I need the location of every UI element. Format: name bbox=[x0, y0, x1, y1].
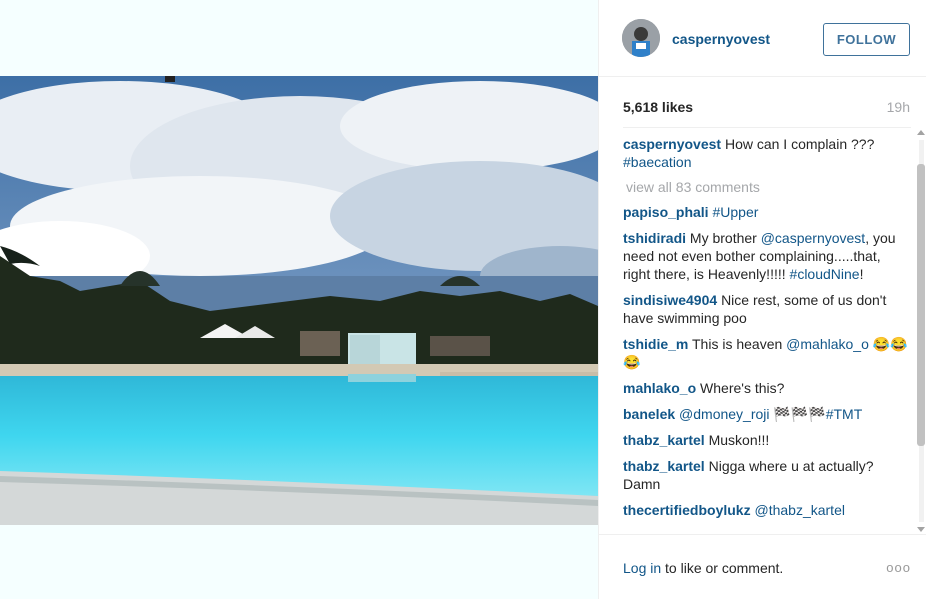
comment-item: sindisiwe4904 Nice rest, some of us don'… bbox=[623, 291, 911, 327]
more-options-icon[interactable]: ooo bbox=[886, 560, 911, 575]
hashtag-link[interactable]: #cloudNine bbox=[790, 266, 860, 282]
comment-item: thabz_kartel Nigga where u at actually? … bbox=[623, 457, 911, 493]
mention-link[interactable]: @mahlako_o bbox=[786, 336, 869, 352]
likes-divider bbox=[623, 127, 911, 128]
comment-item: tshidiradi My brother @caspernyovest, yo… bbox=[623, 229, 911, 283]
comments-scrollbar[interactable] bbox=[916, 128, 926, 534]
login-text: to like or comment. bbox=[665, 560, 784, 576]
comment-item: mahlako_o Where's this? bbox=[623, 379, 911, 397]
post-footer: Log in to like or comment. ooo bbox=[599, 534, 926, 599]
post-photo[interactable] bbox=[0, 76, 598, 525]
post-timestamp[interactable]: 19h bbox=[887, 99, 910, 115]
hashtag-link[interactable]: #Upper bbox=[712, 204, 758, 220]
follow-button[interactable]: FOLLOW bbox=[823, 23, 910, 56]
comment-text: This is heaven bbox=[692, 336, 783, 352]
mention-link[interactable]: @dmoney_roji bbox=[679, 406, 769, 422]
comment-username[interactable]: thabz_kartel bbox=[623, 432, 705, 448]
comment-text: Muskon!!! bbox=[708, 432, 770, 448]
post-details-panel: caspernyovest FOLLOW 5,618 likes 19h cas… bbox=[598, 0, 926, 599]
comment-username[interactable]: thecertifiedboylukz bbox=[623, 502, 751, 518]
comment-username[interactable]: caspernyovest bbox=[623, 136, 721, 152]
likes-count[interactable]: 5,618 likes bbox=[623, 99, 693, 115]
post-username[interactable]: caspernyovest bbox=[672, 31, 770, 47]
caption: caspernyovest How can I complain ??? #ba… bbox=[623, 135, 911, 171]
comment-username[interactable]: thabz_kartel bbox=[623, 458, 705, 474]
comment-username[interactable]: tshidiradi bbox=[623, 230, 686, 246]
comment-item: thabz_kartel Muskon!!! bbox=[623, 431, 911, 449]
scroll-up-arrow-icon[interactable] bbox=[917, 130, 925, 135]
comment-item: thecertifiedboylukz @thabz_kartel bbox=[623, 501, 911, 519]
hashtag-link[interactable]: #TMT bbox=[826, 406, 863, 422]
comment-item: banelek @dmoney_roji 🏁🏁🏁#TMT bbox=[623, 405, 911, 423]
login-prompt: Log in to like or comment. bbox=[623, 560, 783, 576]
comment-text: Where's this? bbox=[700, 380, 785, 396]
comment-item: papiso_phali #Upper bbox=[623, 203, 911, 221]
comment-text: ! bbox=[859, 266, 864, 282]
comment-username[interactable]: tshidie_m bbox=[623, 336, 688, 352]
avatar[interactable] bbox=[622, 19, 660, 57]
scroll-down-arrow-icon[interactable] bbox=[917, 527, 925, 532]
view-all-comments-link[interactable]: view all 83 comments bbox=[626, 179, 911, 195]
comment-text: How can I complain ??? bbox=[724, 136, 875, 152]
login-link[interactable]: Log in bbox=[623, 560, 661, 576]
post-header: caspernyovest FOLLOW bbox=[599, 0, 926, 77]
comment-username[interactable]: mahlako_o bbox=[623, 380, 696, 396]
pool-resort-image bbox=[0, 76, 598, 525]
comment-username[interactable]: banelek bbox=[623, 406, 675, 422]
hashtag-link[interactable]: #baecation bbox=[623, 154, 692, 170]
avatar-image bbox=[622, 19, 660, 57]
mention-link[interactable]: @thabz_kartel bbox=[754, 502, 844, 518]
comment-emoji: 🏁🏁🏁 bbox=[773, 406, 826, 422]
comment-text: My brother bbox=[689, 230, 757, 246]
comment-username[interactable]: sindisiwe4904 bbox=[623, 292, 717, 308]
comments-list: caspernyovest How can I complain ??? #ba… bbox=[623, 135, 911, 530]
mention-link[interactable]: @caspernyovest bbox=[761, 230, 865, 246]
comment-username[interactable]: papiso_phali bbox=[623, 204, 709, 220]
photo-area bbox=[0, 0, 598, 599]
comment-item: tshidie_m This is heaven @mahlako_o 😂😂😂 bbox=[623, 335, 911, 371]
scroll-thumb[interactable] bbox=[917, 164, 925, 446]
